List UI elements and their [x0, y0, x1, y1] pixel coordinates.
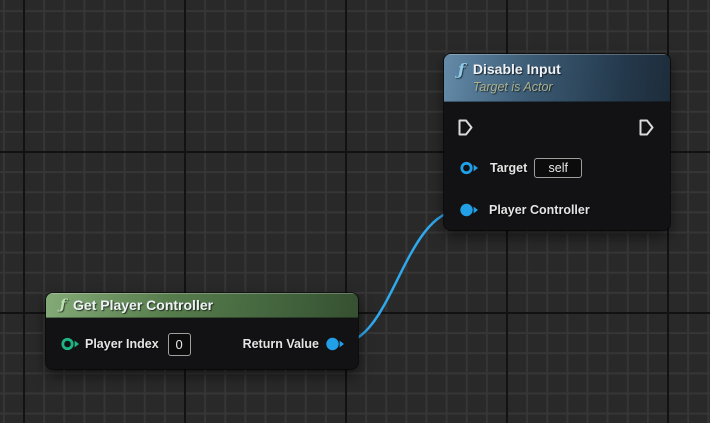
return-value-pin-icon[interactable]: [326, 337, 345, 351]
player-controller-pin-label: Player Controller: [489, 202, 590, 217]
target-pin-label: Target: [490, 160, 528, 175]
node-title: Disable Input: [472, 61, 561, 77]
exec-out-pin-icon[interactable]: [639, 119, 654, 136]
function-icon: ƒ: [60, 297, 67, 313]
node-disable-input-header[interactable]: ƒ Disable Input Target is Actor: [444, 54, 670, 102]
return-value-pin-label: Return Value: [242, 337, 319, 351]
target-object-pin-icon[interactable]: [460, 161, 479, 175]
node-title: Get Player Controller: [73, 297, 214, 313]
player-controller-pin-row: Player Controller: [460, 199, 590, 220]
exec-pin-row: [458, 119, 654, 136]
target-pin-row: Target self: [460, 157, 583, 178]
node-get-player-controller-header[interactable]: ƒ Get Player Controller: [46, 293, 358, 318]
wire-returnvalue-to-playercontroller[interactable]: [339, 208, 463, 345]
node-disable-input[interactable]: ƒ Disable Input Target is Actor Target s…: [444, 54, 670, 230]
player-index-int-pin-icon[interactable]: [61, 337, 80, 351]
node-title-block: Disable Input Target is Actor: [473, 54, 561, 95]
player-controller-pin-icon[interactable]: [460, 203, 479, 217]
function-icon: ƒ: [458, 60, 465, 79]
blueprint-graph-canvas[interactable]: ƒ Disable Input Target is Actor Target s…: [0, 0, 710, 423]
return-value-pin-row: Return Value: [243, 333, 345, 355]
exec-in-pin-icon[interactable]: [458, 119, 473, 136]
player-index-value-field[interactable]: 0: [167, 332, 191, 356]
node-get-player-controller[interactable]: ƒ Get Player Controller Player Index 0 R…: [46, 293, 358, 369]
node-subtitle: Target is Actor: [472, 80, 553, 94]
player-index-pin-label: Player Index: [85, 337, 159, 351]
target-value-field[interactable]: self: [534, 157, 583, 178]
player-index-pin-row: Player Index 0: [61, 332, 191, 356]
